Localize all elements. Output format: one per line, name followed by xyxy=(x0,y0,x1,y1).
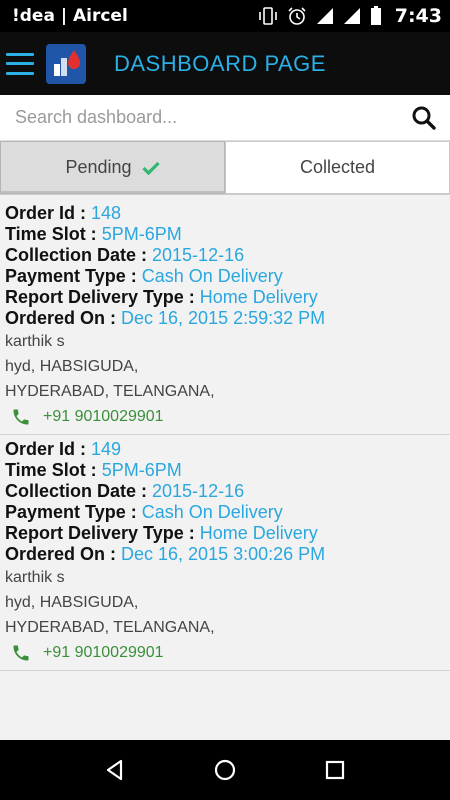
time-slot-value: 5PM-6PM xyxy=(101,224,182,244)
address-line-1: hyd, HABSIGUDA, xyxy=(5,358,139,375)
time-slot-row: Time Slot : 5PM-6PM xyxy=(5,460,445,481)
address-line-2: HYDERABAD, TELANGANA, xyxy=(5,619,215,636)
app-logo xyxy=(46,43,86,84)
ordered-on-row: Ordered On : Dec 16, 2015 3:00:26 PM xyxy=(5,544,445,565)
tab-pending-label: Pending xyxy=(65,157,132,177)
time-slot-value: 5PM-6PM xyxy=(101,460,182,480)
report-delivery-label: Report Delivery Type : xyxy=(5,523,200,543)
checkmark-icon xyxy=(141,161,160,175)
tab-collected[interactable]: Collected xyxy=(225,141,450,194)
phone-link[interactable]: +91 9010029901 xyxy=(11,640,445,666)
search-button[interactable] xyxy=(398,95,450,141)
signal-icon xyxy=(343,6,361,26)
payment-type-label: Payment Type : xyxy=(5,266,142,286)
address-line-1: hyd, HABSIGUDA, xyxy=(5,594,139,611)
phone-number: +91 9010029901 xyxy=(43,644,164,661)
order-id-value: 148 xyxy=(91,203,122,223)
alarm-icon xyxy=(287,6,307,26)
collection-date-value: 2015-12-16 xyxy=(152,481,245,501)
battery-icon xyxy=(370,6,382,26)
app-bar: DASHBOARD PAGE xyxy=(0,32,450,95)
payment-type-value: Cash On Delivery xyxy=(141,266,283,286)
clock-time: 7:43 xyxy=(394,5,442,27)
search-icon xyxy=(412,106,436,130)
address-line-2: HYDERABAD, TELANGANA, xyxy=(5,383,215,400)
orders-list: Order Id : 148 Time Slot : 5PM-6PM Colle… xyxy=(0,199,450,671)
order-id-row: Order Id : 148 xyxy=(5,203,445,224)
recents-icon[interactable] xyxy=(315,750,355,790)
ordered-on-value: Dec 16, 2015 2:59:32 PM xyxy=(121,308,326,328)
payment-type-label: Payment Type : xyxy=(5,502,142,522)
tab-bar: Pending Collected xyxy=(0,141,450,195)
report-delivery-row: Report Delivery Type : Home Delivery xyxy=(5,287,445,308)
order-card[interactable]: Order Id : 148 Time Slot : 5PM-6PM Colle… xyxy=(0,199,450,435)
payment-type-row: Payment Type : Cash On Delivery xyxy=(5,502,445,523)
report-delivery-label: Report Delivery Type : xyxy=(5,287,200,307)
customer-name: karthik s xyxy=(5,569,65,586)
collection-date-label: Collection Date : xyxy=(5,245,153,265)
search-input[interactable] xyxy=(0,95,398,140)
back-icon[interactable] xyxy=(95,750,135,790)
home-icon[interactable] xyxy=(205,750,245,790)
report-delivery-value: Home Delivery xyxy=(199,287,318,307)
vibrate-icon xyxy=(258,6,278,26)
order-id-label: Order Id : xyxy=(5,203,92,223)
ordered-on-label: Ordered On : xyxy=(5,544,122,564)
tab-pending[interactable]: Pending xyxy=(0,141,225,194)
navigation-bar xyxy=(0,740,450,800)
carrier-name: !dea | Aircel xyxy=(12,6,128,26)
time-slot-row: Time Slot : 5PM-6PM xyxy=(5,224,445,245)
hamburger-menu-icon[interactable] xyxy=(6,52,34,75)
phone-icon xyxy=(11,407,31,427)
order-card[interactable]: Order Id : 149 Time Slot : 5PM-6PM Colle… xyxy=(0,435,450,671)
phone-number: +91 9010029901 xyxy=(43,408,164,425)
report-delivery-value: Home Delivery xyxy=(199,523,318,543)
status-bar: !dea | Aircel 7:43 xyxy=(0,0,450,32)
page-title: DASHBOARD PAGE xyxy=(114,50,326,76)
ordered-on-row: Ordered On : Dec 16, 2015 2:59:32 PM xyxy=(5,308,445,329)
tab-collected-label: Collected xyxy=(299,157,376,177)
report-delivery-row: Report Delivery Type : Home Delivery xyxy=(5,523,445,544)
ordered-on-value: Dec 16, 2015 3:00:26 PM xyxy=(121,544,326,564)
collection-date-value: 2015-12-16 xyxy=(152,245,245,265)
order-id-row: Order Id : 149 xyxy=(5,439,445,460)
order-id-label: Order Id : xyxy=(5,439,92,459)
collection-date-row: Collection Date : 2015-12-16 xyxy=(5,481,445,502)
payment-type-value: Cash On Delivery xyxy=(141,502,283,522)
collection-date-label: Collection Date : xyxy=(5,481,153,501)
customer-name: karthik s xyxy=(5,333,65,350)
time-slot-label: Time Slot : xyxy=(5,224,102,244)
status-icons: 7:43 xyxy=(258,5,442,27)
phone-icon xyxy=(11,643,31,663)
phone-link[interactable]: +91 9010029901 xyxy=(11,404,445,430)
collection-date-row: Collection Date : 2015-12-16 xyxy=(5,245,445,266)
payment-type-row: Payment Type : Cash On Delivery xyxy=(5,266,445,287)
signal-icon xyxy=(316,6,334,26)
ordered-on-label: Ordered On : xyxy=(5,308,122,328)
search-bar xyxy=(0,95,450,141)
time-slot-label: Time Slot : xyxy=(5,460,102,480)
order-id-value: 149 xyxy=(91,439,122,459)
